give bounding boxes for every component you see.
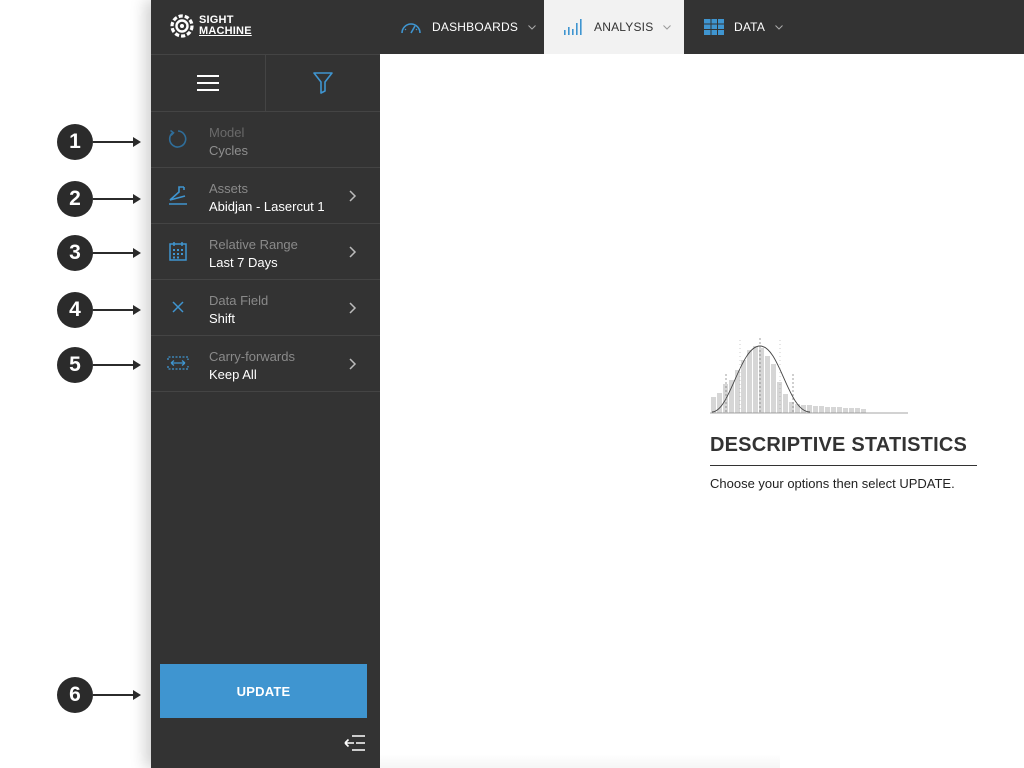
hamburger-icon: [197, 75, 219, 91]
callout-3: 3: [57, 235, 143, 271]
callout-6: 6: [57, 677, 143, 713]
sidebar-item-carry-forwards[interactable]: Carry-forwards Keep All: [151, 336, 380, 392]
chevron-right-icon: [349, 358, 357, 370]
nav-label: DATA: [734, 20, 766, 34]
callout-arrow: [93, 137, 141, 147]
nav-label: DASHBOARDS: [432, 20, 519, 34]
chevron-right-icon: [349, 190, 357, 202]
callout-number: 5: [57, 347, 93, 383]
callout-4: 4: [57, 292, 143, 328]
sidebar-item-value: Cycles: [209, 143, 249, 158]
sidebar-item-label: Data Field: [209, 293, 269, 308]
refresh-icon: [168, 129, 187, 148]
empty-state-title: DESCRIPTIVE STATISTICS: [710, 434, 977, 466]
bar-chart-icon: [564, 19, 584, 35]
sidebar-item-value: Shift: [209, 311, 236, 326]
logo-line-2: MACHINE: [199, 25, 252, 37]
nav-label: ANALYSIS: [594, 20, 654, 34]
gauge-icon: [400, 20, 422, 34]
top-nav: DASHBOARDS ANALYSIS DATA: [380, 0, 1024, 54]
histogram-bell-curve-icon: [710, 338, 908, 414]
chevron-right-icon: [349, 246, 357, 258]
sidebar-item-value: Last 7 Days: [209, 255, 278, 270]
chevron-down-icon: [528, 24, 536, 30]
logo[interactable]: SIGHT MACHINE: [169, 12, 252, 40]
callout-5: 5: [57, 347, 143, 383]
calendar-icon: [169, 242, 187, 261]
sidebar-item-data-field[interactable]: Data Field Shift: [151, 280, 380, 336]
callout-1: 1: [57, 124, 143, 160]
callout-number: 6: [57, 677, 93, 713]
sidebar: SIGHT MACHINE Model Cycles Assets Abidja…: [151, 0, 380, 768]
sidebar-item-label: Carry-forwards: [209, 349, 295, 364]
callout-number: 4: [57, 292, 93, 328]
callout-arrow: [93, 360, 141, 370]
collapse-sidebar-icon[interactable]: [344, 734, 366, 752]
sidebar-item-value: Keep All: [209, 367, 257, 382]
chevron-down-icon: [663, 24, 672, 30]
bottom-shadow: [380, 754, 780, 768]
sidebar-toolbar: [151, 54, 380, 112]
nav-dashboards[interactable]: DASHBOARDS: [400, 0, 550, 54]
nav-data[interactable]: DATA: [704, 0, 814, 54]
sidebar-item-value: Abidjan - Lasercut 1: [209, 199, 325, 214]
chevron-right-icon: [349, 302, 357, 314]
filter-icon: [313, 72, 333, 94]
sidebar-item-label: Model: [209, 125, 245, 140]
sidebar-item-model: Model Cycles: [151, 112, 380, 168]
filter-button[interactable]: [265, 55, 380, 111]
main-content: DESCRIPTIVE STATISTICS Choose your optio…: [380, 54, 1024, 768]
empty-state: DESCRIPTIVE STATISTICS Choose your optio…: [710, 336, 990, 491]
empty-state-subtitle: Choose your options then select UPDATE.: [710, 476, 955, 491]
update-button[interactable]: UPDATE: [160, 664, 367, 718]
machine-arm-icon: [169, 186, 187, 205]
sidebar-item-label: Relative Range: [209, 237, 298, 252]
callout-arrow: [93, 194, 141, 204]
sidebar-item-relative-range[interactable]: Relative Range Last 7 Days: [151, 224, 380, 280]
logo-gear-icon: [170, 14, 194, 38]
nav-analysis[interactable]: ANALYSIS: [544, 0, 684, 54]
sidebar-item-assets[interactable]: Assets Abidjan - Lasercut 1: [151, 168, 380, 224]
callout-arrow: [93, 690, 141, 700]
table-icon: [704, 19, 724, 35]
x-axis-icon: [172, 301, 184, 313]
callout-arrow: [93, 248, 141, 258]
logo-wordmark: SIGHT MACHINE: [199, 15, 252, 37]
callout-arrow: [93, 305, 141, 315]
callout-number: 3: [57, 235, 93, 271]
sidebar-item-label: Assets: [209, 181, 249, 196]
callout-number: 2: [57, 181, 93, 217]
chevron-down-icon: [775, 24, 783, 30]
callout-number: 1: [57, 124, 93, 160]
callout-2: 2: [57, 181, 143, 217]
menu-button[interactable]: [151, 55, 265, 111]
carry-forward-icon: [167, 356, 189, 370]
